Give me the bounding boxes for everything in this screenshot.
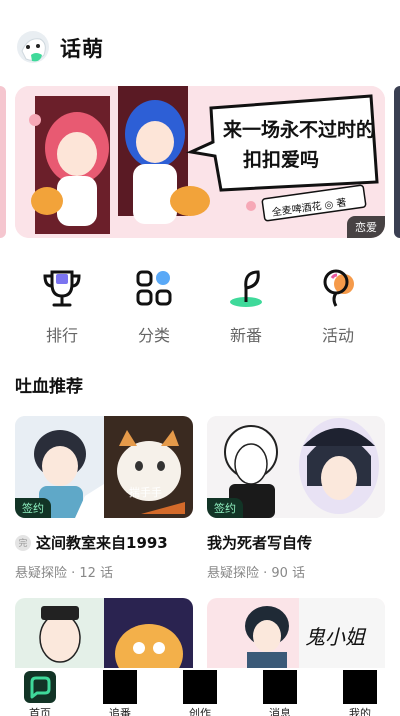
nav-category-label: 分类 [137,326,170,345]
profile-icon [343,670,377,704]
nav-events[interactable]: 活动 [303,266,373,346]
signed-badge: 签约 [15,498,51,518]
banner-next-peek[interactable] [394,86,400,238]
comic-card-partial[interactable] [15,598,193,670]
create-icon [183,670,217,704]
tab-messages-label: 消息 [269,707,291,716]
ghost-mascot-icon [14,29,52,67]
tab-create-label: 创作 [189,707,211,716]
tab-follow-label: 追番 [109,707,131,716]
banner-artwork: 来一场永不过时的 扣扣爱吗 全麦啤酒花 ◎ 著 [15,86,385,238]
message-icon [263,670,297,704]
nav-new-series-label: 新番 [229,326,262,345]
comic-title: 这间教室来自1993 [36,534,168,552]
category-grid-icon [132,266,176,310]
comic-meta: 悬疑探险 · 12 话 [15,566,114,581]
comic-meta: 悬疑探险 · 90 话 [207,566,306,581]
promo-banner[interactable]: 来一场永不过时的 扣扣爱吗 全麦啤酒花 ◎ 著 恋爱 [15,86,385,238]
follow-icon [103,670,137,704]
comic-card[interactable]: 签约 我为死者写自传 悬疑探险 · 90 话 [207,416,385,581]
cover-caption: 揣手手 [129,485,162,499]
comic-title: 我为死者写自传 [207,534,313,552]
section-title: 吐血推荐 [15,377,83,397]
tab-profile-label: 我的 [349,707,371,716]
nav-ranking[interactable]: 排行 [27,266,97,346]
comic-card[interactable]: 揣手手 签约 完 这间教室来自1993 悬疑探险 · 12 话 [15,416,193,581]
bottom-tab-bar: 首页 追番 创作 消息 我的 [0,668,400,716]
sprout-icon [224,266,268,310]
comic-card-partial[interactable]: 鬼小姐 [207,598,385,670]
banner-genre-tag: 恋爱 [347,216,385,238]
completed-icon: 完 [15,534,31,551]
app-header: 话萌 [14,28,104,68]
banner-prev-peek[interactable] [0,86,6,238]
balloon-icon [316,266,360,310]
signed-badge: 签约 [207,498,243,518]
nav-ranking-label: 排行 [45,326,78,345]
tab-create[interactable]: 创作 [170,670,230,716]
tab-follow[interactable]: 追番 [90,670,150,716]
nav-events-label: 活动 [321,326,354,345]
trophy-icon [40,266,84,310]
comic-cover: 揣手手 签约 [15,416,193,518]
nav-new-series[interactable]: 新番 [211,266,281,346]
banner-headline-line2: 扣扣爱吗 [243,148,319,171]
home-bubble-icon [23,670,57,704]
quick-nav: 排行 分类 新番 活动 [0,266,400,346]
banner-headline-line1: 来一场永不过时的 [223,118,375,141]
tab-home-label: 首页 [29,707,51,716]
tab-home[interactable]: 首页 [10,670,70,716]
tab-messages[interactable]: 消息 [250,670,310,716]
app-title: 话萌 [60,37,104,61]
comic-cover: 签约 [207,416,385,518]
tab-profile[interactable]: 我的 [330,670,390,716]
nav-category[interactable]: 分类 [119,266,189,346]
cover-caption: 鬼小姐 [305,625,367,649]
